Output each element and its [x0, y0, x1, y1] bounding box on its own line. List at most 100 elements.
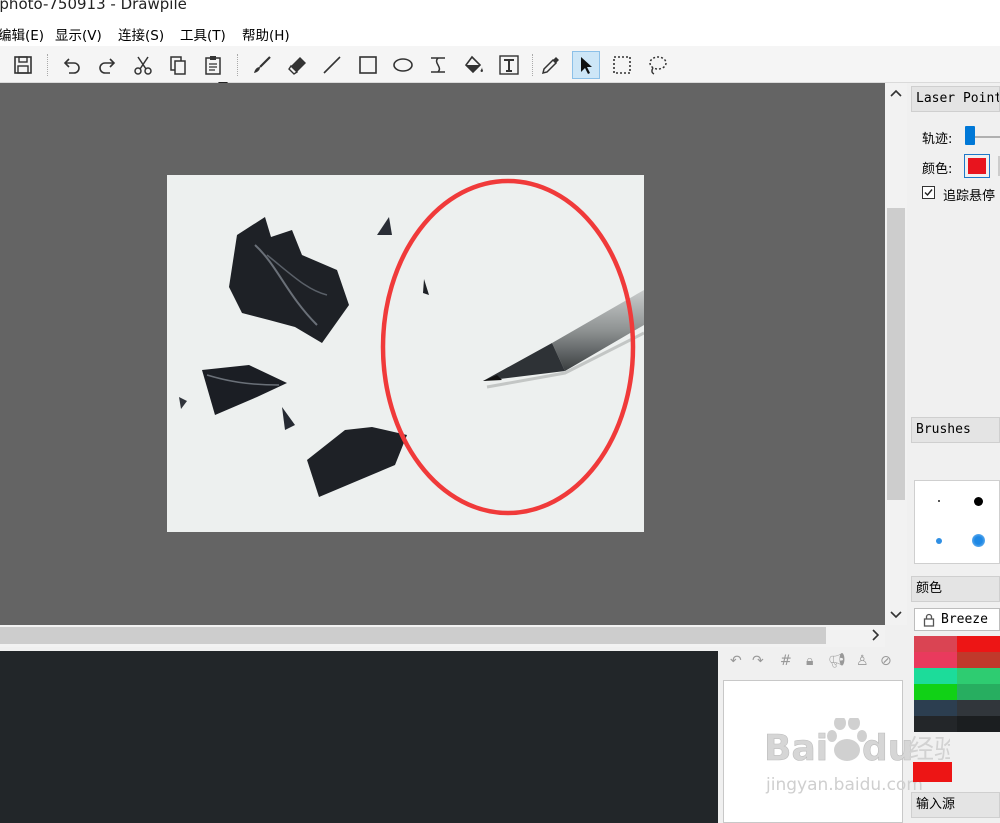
- palette-name: Breeze: [941, 612, 988, 627]
- menu-view[interactable]: 显示(V): [55, 24, 102, 44]
- scroll-up-icon[interactable]: [885, 86, 907, 101]
- grid-icon[interactable]: #: [780, 653, 792, 669]
- horizontal-scrollbar-thumb[interactable]: [0, 627, 826, 644]
- copy-icon: [170, 56, 186, 75]
- swatch-7[interactable]: [914, 684, 957, 700]
- laser-pointer-icon: [581, 57, 592, 74]
- trail-label: 轨迹:: [922, 132, 953, 147]
- laser-color-swatch: [968, 158, 986, 174]
- swatch-2[interactable]: [957, 636, 1000, 652]
- color-label: 颜色:: [922, 162, 953, 177]
- svg-text:Bai: Bai: [764, 728, 828, 769]
- ellipse-icon: [393, 58, 413, 72]
- lasso-tool-button[interactable]: [643, 51, 671, 79]
- window-title-bar: -photo-750913 - Drawpile: [0, 0, 1000, 18]
- canvas-image[interactable]: [167, 175, 644, 532]
- toolbar: [0, 46, 1000, 83]
- scroll-down-icon[interactable]: [885, 608, 907, 623]
- brush-preset-tiny[interactable]: [938, 500, 940, 502]
- nav-undo-icon[interactable]: ↶: [730, 653, 742, 669]
- trail-slider-track[interactable]: [974, 136, 1000, 138]
- redo-icon: [99, 58, 116, 74]
- checkmark-icon: [924, 189, 933, 197]
- announce-icon[interactable]: 📢︎: [828, 653, 846, 669]
- nav-redo-icon[interactable]: ↷: [752, 653, 764, 669]
- swatch-6[interactable]: [957, 668, 1000, 684]
- fill-tool-button[interactable]: [460, 51, 488, 79]
- toolbar-separator: [47, 54, 49, 76]
- text-icon: [499, 55, 519, 75]
- brush-icon: [254, 56, 271, 73]
- eraser-tool-button[interactable]: [283, 51, 311, 79]
- undo-icon: [63, 58, 80, 74]
- selection-icon: [613, 56, 631, 74]
- scroll-right-icon[interactable]: [868, 629, 882, 645]
- cut-button[interactable]: [129, 51, 157, 79]
- color-swatch-grid: [914, 636, 1000, 732]
- user-lock-icon[interactable]: ♙: [856, 653, 869, 669]
- swatch-3[interactable]: [914, 652, 957, 668]
- swatch-5[interactable]: [914, 668, 957, 684]
- menu-help[interactable]: 帮助(H): [242, 24, 290, 44]
- swatch-8[interactable]: [957, 684, 1000, 700]
- line-tool-button[interactable]: [318, 51, 346, 79]
- pencil-photo-image: [167, 175, 644, 532]
- color-picker-tool-button[interactable]: [537, 51, 565, 79]
- line-icon: [323, 56, 341, 74]
- svg-text:经验: 经验: [908, 735, 950, 765]
- block-icon[interactable]: ⊘: [880, 653, 892, 669]
- toolbar-separator: [532, 54, 534, 76]
- menu-bar: 编辑(E) 显示(V) 连接(S) 工具(T) 帮助(H): [0, 18, 1000, 46]
- chat-panel[interactable]: [0, 651, 718, 823]
- laser-color-button[interactable]: [964, 154, 990, 178]
- save-icon: [14, 56, 32, 74]
- swatch-10[interactable]: [957, 700, 1000, 716]
- laser-pointer-tool-button[interactable]: [572, 51, 600, 79]
- swatch-11[interactable]: [914, 716, 957, 732]
- track-hover-checkbox[interactable]: [922, 186, 935, 199]
- lock-icon: [923, 613, 935, 627]
- swatch-4[interactable]: [957, 652, 1000, 668]
- color-panel-title: 颜色: [911, 576, 1000, 602]
- selection-tool-button[interactable]: [608, 51, 636, 79]
- rectangle-tool-button[interactable]: [354, 51, 382, 79]
- toolbar-separator: [237, 54, 239, 76]
- brush-preset-soft-small[interactable]: [936, 538, 942, 544]
- brush-preset-round[interactable]: [974, 497, 983, 506]
- current-color-swatch[interactable]: [913, 762, 952, 782]
- ellipse-tool-button[interactable]: [389, 51, 417, 79]
- swatch-9[interactable]: [914, 700, 957, 716]
- rectangle-icon: [359, 56, 377, 74]
- cut-icon: [134, 56, 152, 75]
- swatch-1[interactable]: [914, 636, 957, 652]
- brushes-panel-title: Brushes: [911, 417, 1000, 443]
- window-title: -photo-750913 - Drawpile: [0, 0, 187, 13]
- input-panel-title: 输入源: [911, 792, 1000, 818]
- save-button[interactable]: [9, 51, 37, 79]
- paste-icon: [205, 56, 221, 75]
- lock-icon[interactable]: 🔒︎: [806, 653, 813, 669]
- vertical-scrollbar-thumb[interactable]: [887, 208, 905, 500]
- laser-pointer-panel-title: Laser Point: [911, 86, 1000, 112]
- copy-button[interactable]: [164, 51, 192, 79]
- palette-dropdown[interactable]: Breeze: [914, 608, 1000, 631]
- menu-tools[interactable]: 工具(T): [180, 24, 226, 44]
- undo-button[interactable]: [58, 51, 86, 79]
- trail-slider-handle[interactable]: [965, 126, 975, 145]
- paste-button[interactable]: [199, 51, 227, 79]
- bezier-tool-button[interactable]: [424, 51, 452, 79]
- svg-text:du: du: [862, 728, 913, 769]
- redo-button[interactable]: [93, 51, 121, 79]
- menu-edit[interactable]: 编辑(E): [0, 24, 44, 44]
- brush-preset-soft-large[interactable]: [972, 534, 985, 547]
- brush-tool-button[interactable]: [248, 51, 276, 79]
- canvas-view[interactable]: [0, 83, 885, 625]
- fill-icon: [464, 55, 483, 74]
- svg-text:jingyan.baidu.com: jingyan.baidu.com: [765, 775, 923, 795]
- text-tool-button[interactable]: [495, 51, 523, 79]
- brush-presets: [914, 480, 1000, 564]
- swatch-12[interactable]: [957, 716, 1000, 732]
- menu-connect[interactable]: 连接(S): [118, 24, 164, 44]
- bezier-icon: [431, 57, 445, 73]
- eraser-icon: [288, 57, 306, 75]
